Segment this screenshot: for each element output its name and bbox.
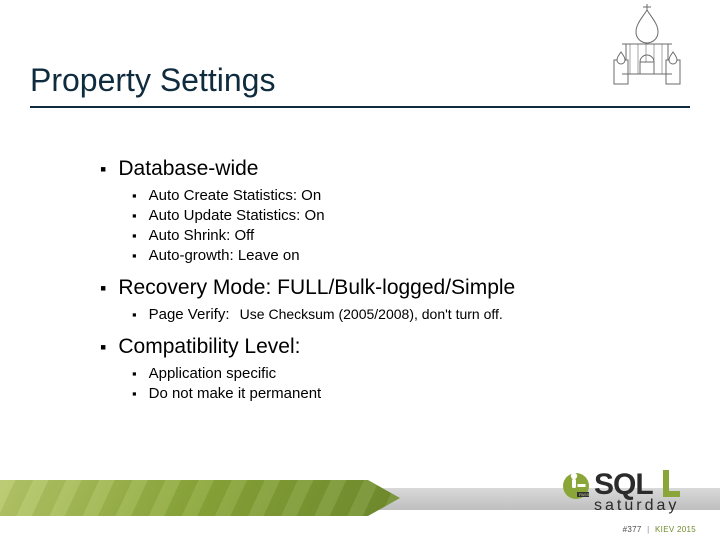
bullet-label: Compatibility Level:: [118, 335, 300, 359]
logo-saturday-text: saturday: [594, 497, 679, 514]
square-bullet-icon: ▪: [132, 188, 137, 203]
event-tag: #377 | KIEV 2015: [623, 525, 696, 534]
sub-bullet: ▪ Auto Update Statistics: On: [132, 207, 660, 224]
logo-pass-text: PASS: [579, 492, 590, 497]
bullet-label: Application specific: [149, 365, 277, 382]
separator-icon: |: [647, 525, 649, 534]
bullet-label: Auto-growth: Leave on: [149, 247, 300, 264]
bullet-label: Recovery Mode: FULL/Bulk-logged/Simple: [118, 276, 515, 300]
square-bullet-icon: ▪: [132, 208, 137, 223]
content-area: ▪ Database-wide ▪ Auto Create Statistics…: [100, 145, 660, 405]
square-bullet-icon: ▪: [132, 248, 137, 263]
sql-saturday-logo: PASS SQL saturday: [558, 460, 698, 526]
bullet-label: Do not make it permanent: [149, 385, 322, 402]
bullet-recovery-mode: ▪ Recovery Mode: FULL/Bulk-logged/Simple: [100, 276, 660, 300]
bullet-database-wide: ▪ Database-wide: [100, 157, 660, 181]
slide: Property Settings ▪ Database-wide ▪ Auto…: [0, 0, 720, 540]
bullet-label: Page Verify:: [149, 306, 230, 323]
square-bullet-icon: ▪: [132, 386, 137, 401]
sub-bullet-page-verify: ▪ Page Verify: Use Checksum (2005/2008),…: [132, 306, 660, 323]
sub-bullet: ▪ Auto Shrink: Off: [132, 227, 660, 244]
footer-green-stripe: [0, 480, 400, 516]
church-illustration: [592, 4, 702, 94]
event-number: #377: [623, 525, 642, 534]
title-underline: [30, 106, 690, 108]
bullet-compatibility-level: ▪ Compatibility Level:: [100, 335, 660, 359]
bullet-label: Auto Shrink: Off: [149, 227, 255, 244]
event-year: 2015: [677, 525, 696, 534]
square-bullet-icon: ▪: [132, 366, 137, 381]
sub-bullet: ▪ Application specific: [132, 365, 660, 382]
square-bullet-icon: ▪: [100, 337, 106, 358]
square-bullet-icon: ▪: [132, 228, 137, 243]
page-verify-note: Use Checksum (2005/2008), don't turn off…: [240, 306, 503, 322]
bullet-label: Database-wide: [118, 157, 258, 181]
event-city: KIEV: [655, 525, 674, 534]
sub-bullet: ▪ Auto Create Statistics: On: [132, 187, 660, 204]
bullet-label: Auto Create Statistics: On: [149, 187, 322, 204]
square-bullet-icon: ▪: [100, 159, 106, 180]
sub-bullet: ▪ Do not make it permanent: [132, 385, 660, 402]
square-bullet-icon: ▪: [132, 307, 137, 322]
slide-title: Property Settings: [30, 62, 275, 99]
bullet-label: Auto Update Statistics: On: [149, 207, 325, 224]
sub-bullet: ▪ Auto-growth: Leave on: [132, 247, 660, 264]
square-bullet-icon: ▪: [100, 278, 106, 299]
